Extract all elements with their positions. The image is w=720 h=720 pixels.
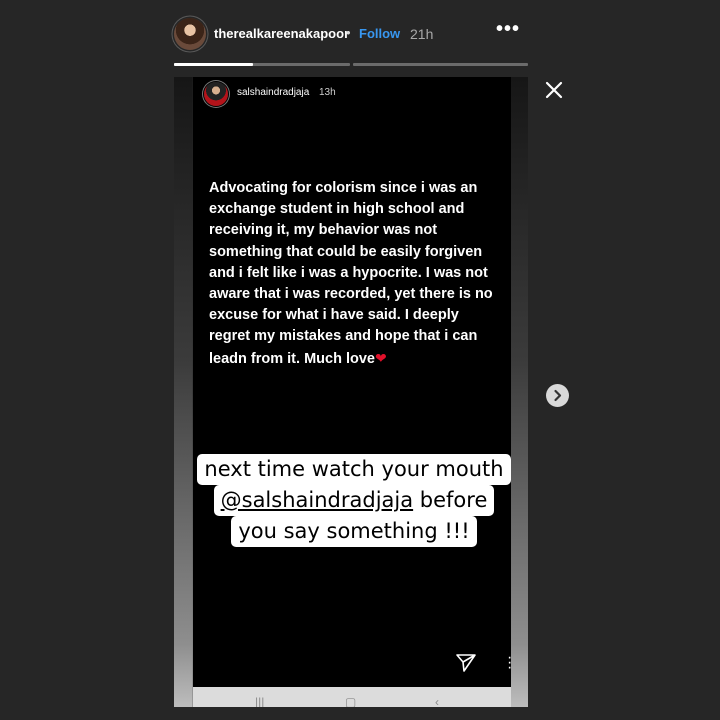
progress-segment	[353, 63, 528, 66]
story-header: therealkareenakapoor • Follow 21h •••	[174, 16, 528, 52]
vertical-dots-icon[interactable]: · · ·	[507, 650, 512, 676]
phone-navigation-bar: ||| ▢ ‹	[193, 687, 511, 707]
sticker-line-1: next time watch your mouth	[197, 454, 511, 485]
profile-avatar[interactable]	[174, 18, 206, 50]
apology-text: Advocating for colorism since i was an e…	[209, 180, 493, 367]
home-icon: ▢	[345, 695, 357, 707]
inner-profile-avatar	[204, 82, 228, 106]
mention-link[interactable]: @salshaindradjaja	[221, 488, 413, 512]
reposted-story-screenshot: salshaindradjaja 13h Advocating for colo…	[193, 77, 512, 687]
username[interactable]: therealkareenakapoor	[214, 26, 349, 41]
progress-segment	[174, 63, 350, 66]
send-icon[interactable]	[455, 653, 477, 673]
follow-button[interactable]: Follow	[359, 26, 400, 41]
back-icon: ‹	[435, 695, 439, 707]
close-icon[interactable]	[544, 80, 564, 100]
separator-dot: •	[346, 25, 351, 40]
screenshot-border-left	[174, 77, 192, 707]
progress-fill	[174, 63, 254, 66]
heart-emoji: ❤	[374, 349, 387, 366]
inner-post-time: 13h	[319, 87, 336, 98]
story-media[interactable]: salshaindradjaja 13h Advocating for colo…	[174, 77, 528, 707]
screenshot-border-right	[511, 77, 528, 707]
inner-username: salshaindradjaja	[237, 87, 310, 98]
story-progress	[174, 63, 528, 66]
chevron-right-icon	[554, 389, 562, 402]
sticker-line-3: you say something !!!	[231, 516, 477, 547]
apology-text-block: Advocating for colorism since i was an e…	[209, 178, 501, 370]
next-story-button[interactable]	[546, 384, 569, 407]
sticker-line-2-rest: before	[413, 488, 488, 512]
sticker-line-2: @salshaindradjaja before	[213, 485, 495, 516]
more-horizontal-icon[interactable]: •••	[496, 18, 520, 41]
recent-apps-icon: |||	[255, 695, 265, 707]
text-sticker: next time watch your mouth @salshaindrad…	[197, 454, 511, 547]
post-time: 21h	[410, 26, 434, 42]
